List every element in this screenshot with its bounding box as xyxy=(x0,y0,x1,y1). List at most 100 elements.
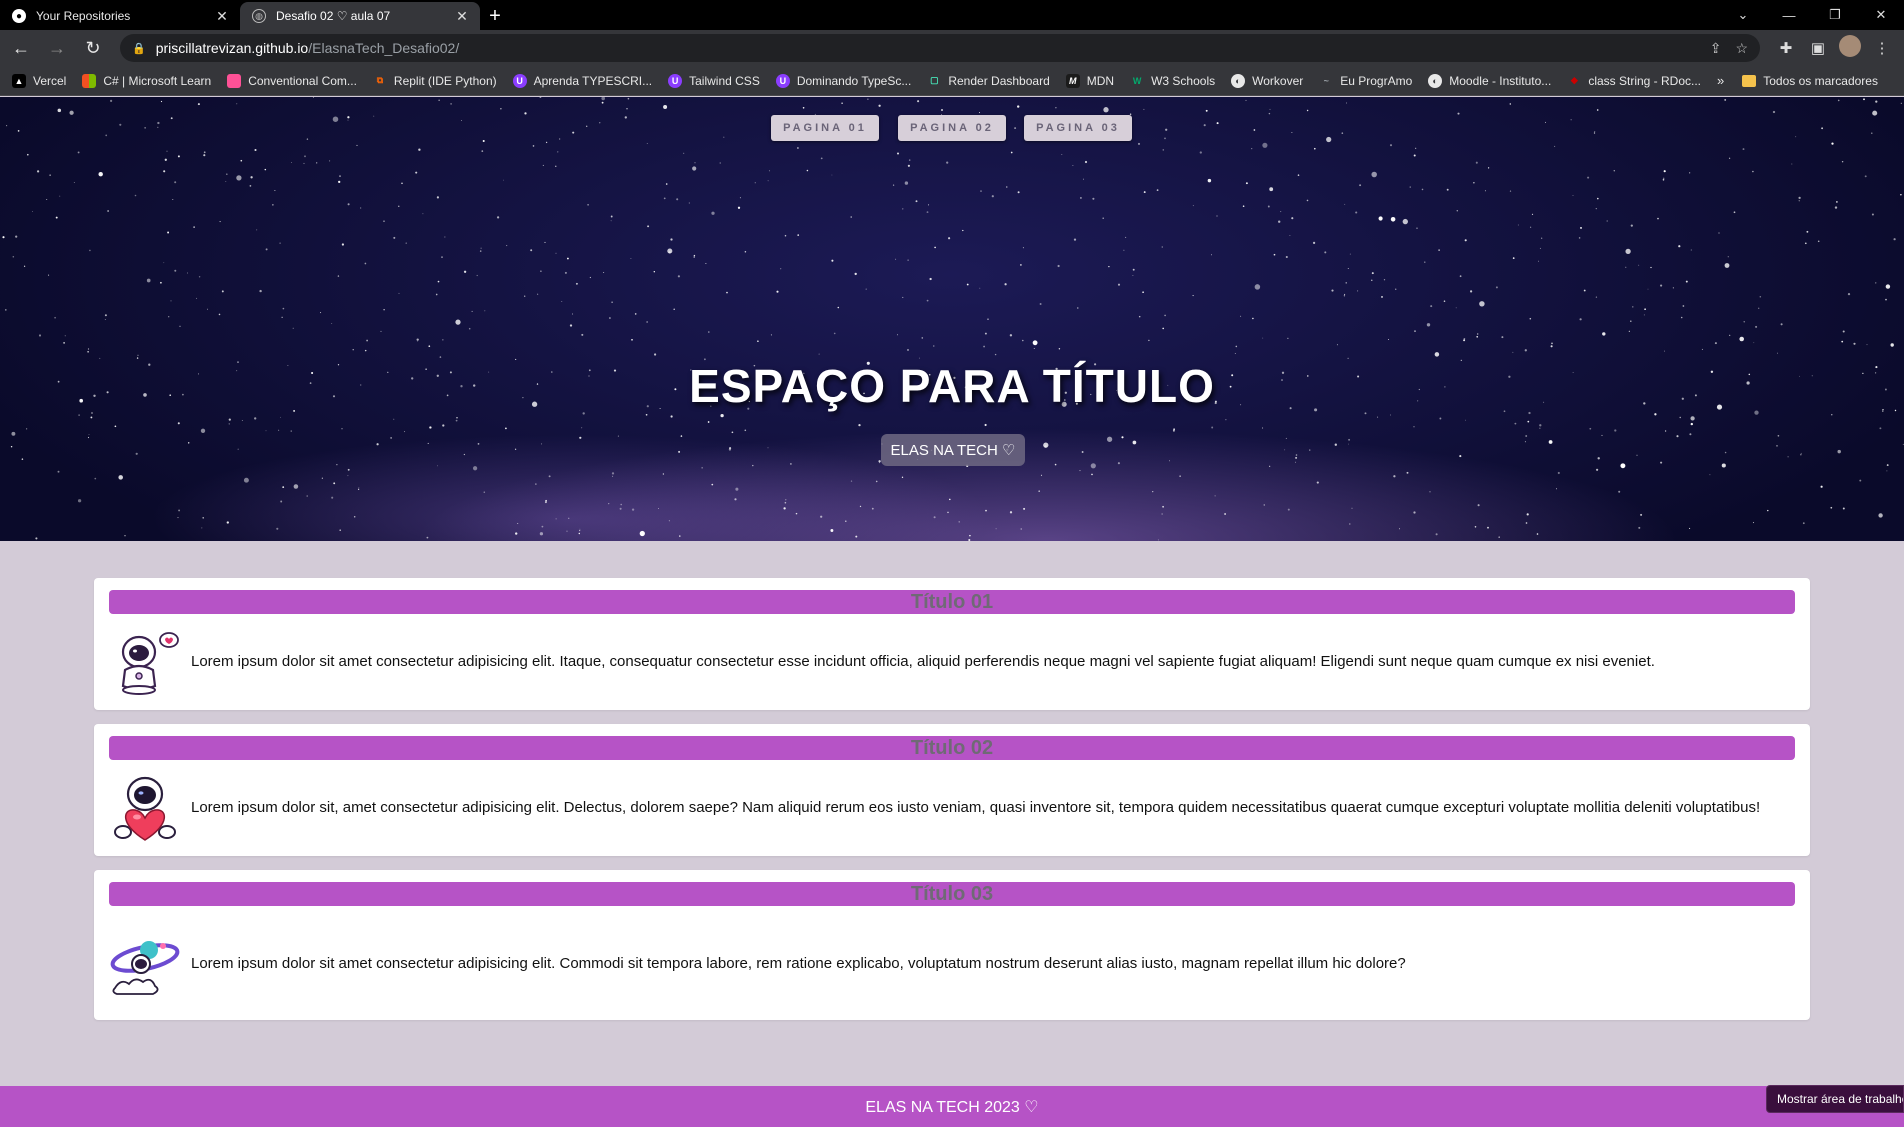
star xyxy=(282,307,285,310)
bookmark-item[interactable]: Conventional Com... xyxy=(227,73,357,88)
star xyxy=(35,537,38,540)
tab-search-icon[interactable]: ⌄ xyxy=(1720,7,1766,23)
close-icon[interactable]: ✕ xyxy=(454,8,470,25)
star xyxy=(1551,342,1553,345)
bookmark-item[interactable]: C# | Microsoft Learn xyxy=(82,73,211,88)
address-bar[interactable]: 🔒 priscillatrevizan.github.io /ElasnaTec… xyxy=(120,34,1760,62)
nav-button-pagina-01[interactable]: PAGINA 01 xyxy=(771,115,879,141)
bookmark-item[interactable]: ◐ Moodle - Instituto... xyxy=(1428,73,1551,88)
star xyxy=(610,220,612,222)
star xyxy=(27,153,29,156)
star xyxy=(290,430,292,432)
star xyxy=(1512,257,1515,259)
star xyxy=(1638,526,1641,529)
star xyxy=(243,477,249,483)
bookmark-item[interactable]: M MDN xyxy=(1065,73,1114,88)
star xyxy=(517,522,519,525)
star xyxy=(875,480,878,483)
bookmark-item[interactable]: U Tailwind CSS xyxy=(668,73,760,88)
star xyxy=(806,169,809,172)
bookmark-label: class String - RDoc... xyxy=(1588,73,1702,88)
star xyxy=(1473,182,1475,184)
star xyxy=(978,112,981,114)
star xyxy=(1009,334,1013,337)
star xyxy=(442,424,445,427)
star xyxy=(1501,336,1504,339)
bookmark-item[interactable]: U Dominando TypeSc... xyxy=(775,73,911,88)
window-controls: ⌄ — ❐ ✕ xyxy=(1720,0,1904,30)
star xyxy=(1526,513,1529,516)
star xyxy=(1438,249,1440,251)
star xyxy=(1476,335,1479,338)
star xyxy=(329,160,331,162)
star xyxy=(1336,344,1338,346)
star xyxy=(441,256,443,258)
star xyxy=(1269,108,1271,110)
star xyxy=(1630,320,1632,322)
star xyxy=(897,334,898,336)
bookmarks-overflow-button[interactable]: » xyxy=(1717,73,1724,88)
minimize-icon[interactable]: — xyxy=(1766,8,1812,23)
star xyxy=(240,159,243,162)
bookmark-item[interactable]: ◆ class String - RDoc... xyxy=(1567,74,1701,88)
astronaut-planet-cloud-image xyxy=(110,941,180,995)
lock-icon[interactable]: 🔒 xyxy=(132,42,146,55)
star xyxy=(984,332,987,335)
bookmark-item[interactable]: ⧉ Replit (IDE Python) xyxy=(373,74,497,88)
star xyxy=(601,101,604,104)
nav-button-pagina-03[interactable]: PAGINA 03 xyxy=(1024,115,1132,141)
star xyxy=(104,319,106,321)
star xyxy=(555,165,557,167)
star xyxy=(134,194,137,197)
star xyxy=(398,292,400,294)
bookmark-item[interactable]: ~ Eu ProgrAmo xyxy=(1319,73,1413,88)
restore-icon[interactable]: ❐ xyxy=(1812,7,1858,23)
star xyxy=(306,495,308,497)
star xyxy=(1216,215,1218,217)
bookmark-item[interactable]: W W3 Schools xyxy=(1130,74,1215,88)
share-icon[interactable]: ⇪ xyxy=(1710,40,1722,57)
bookmark-label: W3 Schools xyxy=(1151,73,1216,88)
bookmark-item[interactable]: ◐ Workover xyxy=(1231,73,1303,88)
star xyxy=(1143,191,1146,194)
star xyxy=(754,182,756,184)
profile-avatar[interactable] xyxy=(1834,35,1866,61)
forward-icon[interactable]: → xyxy=(42,33,72,63)
bookmark-label: Eu ProgrAmo xyxy=(1340,73,1413,88)
star xyxy=(1780,323,1783,326)
star xyxy=(197,103,200,106)
all-bookmarks-folder[interactable]: Todos os marcadores xyxy=(1742,74,1878,88)
star xyxy=(1556,488,1557,490)
back-icon[interactable]: ← xyxy=(6,33,36,63)
star xyxy=(833,332,836,335)
close-window-icon[interactable]: ✕ xyxy=(1858,7,1904,23)
menu-icon[interactable]: ⋮ xyxy=(1866,39,1898,57)
side-panel-icon[interactable]: ▣ xyxy=(1802,39,1834,57)
star xyxy=(201,527,203,529)
star xyxy=(1831,142,1834,145)
star xyxy=(393,236,396,239)
nav-button-pagina-02[interactable]: PAGINA 02 xyxy=(898,115,1006,141)
bookmark-item[interactable]: ▢ Render Dashboard xyxy=(927,74,1050,88)
star xyxy=(719,162,721,164)
extensions-icon[interactable]: ✚ xyxy=(1770,39,1802,57)
star xyxy=(1729,334,1731,336)
star xyxy=(1479,301,1485,307)
tab-your-repositories[interactable]: ● Your Repositories ✕ xyxy=(0,2,240,30)
tab-desafio-02[interactable]: ◍ Desafio 02 ♡ aula 07 ✕ xyxy=(240,2,480,30)
bookmark-item[interactable]: U Aprenda TYPESCRI... xyxy=(512,73,652,88)
star xyxy=(1886,470,1888,472)
star xyxy=(178,509,181,512)
star xyxy=(456,417,458,419)
star xyxy=(291,162,292,164)
bookmark-star-icon[interactable]: ☆ xyxy=(1735,40,1748,57)
close-icon[interactable]: ✕ xyxy=(214,8,230,25)
reload-icon[interactable]: ↻ xyxy=(78,33,108,63)
show-desktop-tooltip: Mostrar área de trabalho xyxy=(1766,1085,1904,1113)
star xyxy=(540,270,542,272)
new-tab-button[interactable]: + xyxy=(480,2,510,30)
star xyxy=(1413,154,1416,157)
bookmark-item[interactable]: ▲ Vercel xyxy=(12,73,66,88)
star xyxy=(1727,256,1729,258)
card-text: Lorem ipsum dolor sit, amet consectetur … xyxy=(191,799,1761,816)
